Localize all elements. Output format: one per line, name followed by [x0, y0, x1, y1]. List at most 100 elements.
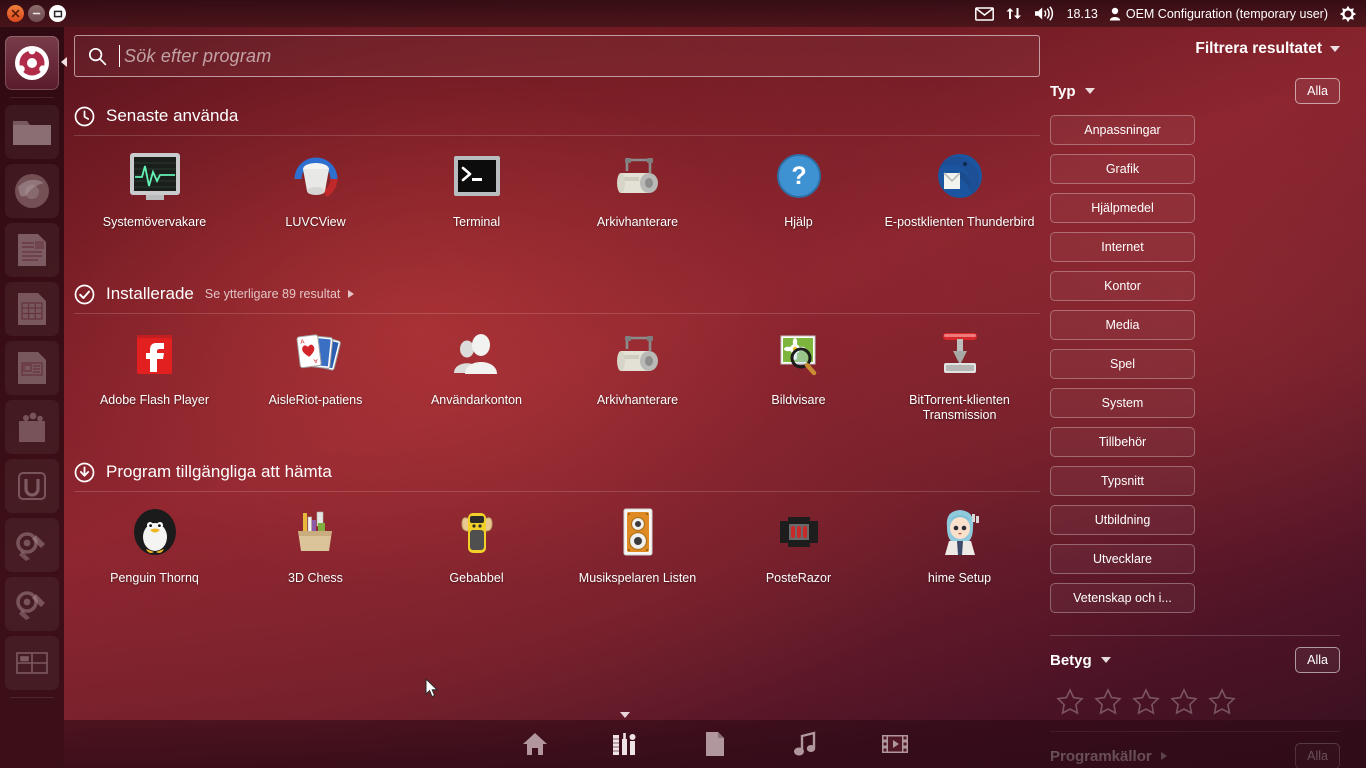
app-tile-luvcview[interactable]: LUVCView	[235, 136, 396, 230]
category-filter-grid: Anpassningar Grafik Hjälpmedel Internet …	[1050, 115, 1340, 613]
app-tile-gebabbel[interactable]: Gebabbel	[396, 492, 557, 586]
lens-applications[interactable]	[610, 712, 640, 759]
close-button[interactable]	[7, 5, 24, 22]
category-hjalpmedel[interactable]: Hjälpmedel	[1050, 193, 1195, 223]
clock-label[interactable]: 18.13	[1067, 7, 1098, 21]
lens-home[interactable]	[520, 729, 550, 759]
window-controls	[0, 5, 66, 22]
category-grafik[interactable]: Grafik	[1050, 154, 1195, 184]
clock-icon	[74, 106, 95, 127]
category-vetenskap[interactable]: Vetenskap och i...	[1050, 583, 1195, 613]
search-icon	[88, 47, 107, 66]
app-tile-arkivhanterare[interactable]: Arkivhanterare	[557, 136, 718, 230]
app-tile-arkivhanterare-2[interactable]: Arkivhanterare	[557, 314, 718, 423]
shopping-bag-icon	[19, 412, 45, 442]
launcher-item-libreoffice-calc[interactable]	[5, 282, 59, 336]
launcher-item-software-center[interactable]	[5, 400, 59, 454]
system-monitor-icon	[126, 148, 184, 206]
launcher-item-system-tools[interactable]	[5, 577, 59, 631]
user-menu[interactable]: OEM Configuration (temporary user)	[1109, 7, 1328, 21]
category-kontor[interactable]: Kontor	[1050, 271, 1195, 301]
posterazor-icon	[770, 504, 828, 562]
archive-manager-icon	[609, 326, 667, 384]
user-name-label: OEM Configuration (temporary user)	[1125, 6, 1328, 21]
category-utvecklare[interactable]: Utvecklare	[1050, 544, 1195, 574]
category-spel[interactable]: Spel	[1050, 349, 1195, 379]
filter-typ-all-button[interactable]: Alla	[1295, 78, 1340, 104]
filter-results-label: Filtrera resultatet	[1195, 40, 1322, 57]
filter-results-header[interactable]: Filtrera resultatet	[1050, 27, 1340, 71]
home-icon	[523, 733, 547, 755]
mail-icon[interactable]	[974, 6, 994, 21]
category-utbildning[interactable]: Utbildning	[1050, 505, 1195, 535]
launcher-item-libreoffice-writer[interactable]	[5, 223, 59, 277]
see-more-results-link[interactable]: Se ytterligare 89 resultat	[205, 287, 355, 301]
section-title: Senaste använda	[106, 106, 239, 125]
search-input[interactable]: Sök efter program	[74, 35, 1040, 77]
category-internet[interactable]: Internet	[1050, 232, 1195, 262]
active-lens-indicator-icon	[620, 712, 630, 718]
active-indicator-icon	[61, 57, 67, 67]
star-icon	[1094, 688, 1122, 715]
minimize-button[interactable]	[28, 5, 45, 22]
help-icon: ?	[770, 148, 828, 206]
top-panel: 18.13 OEM Configuration (temporary user)	[0, 0, 1366, 27]
launcher-item-ubuntu-one[interactable]	[5, 459, 59, 513]
app-tile-terminal[interactable]: Terminal	[396, 136, 557, 230]
volume-icon[interactable]	[1034, 6, 1056, 21]
app-tile-thunderbird[interactable]: E-postklienten Thunderbird	[879, 136, 1040, 230]
lens-files[interactable]	[700, 729, 730, 759]
filter-group-typ: Typ Alla	[1050, 71, 1340, 111]
user-icon	[1109, 7, 1121, 20]
category-tillbehor[interactable]: Tillbehör	[1050, 427, 1195, 457]
app-tile-penguin-thornq[interactable]: Penguin Thornq	[74, 492, 235, 586]
app-grid-installed: Adobe Flash Player A A AisleRiot-patiens…	[74, 314, 1040, 423]
gps-device-icon	[448, 504, 506, 562]
chevron-down-icon	[1084, 88, 1095, 94]
gear-icon[interactable]	[1339, 5, 1357, 23]
launcher-item-files[interactable]	[5, 105, 59, 159]
lens-music[interactable]	[790, 729, 820, 759]
presentation-icon	[18, 352, 46, 384]
app-tile-posterazor[interactable]: PosteRazor	[718, 492, 879, 586]
lens-video[interactable]	[880, 729, 910, 759]
launcher-item-workspace-switcher[interactable]	[5, 636, 59, 690]
filter-group-label[interactable]: Typ	[1050, 83, 1095, 100]
launcher-item-system-settings[interactable]	[5, 518, 59, 572]
chevron-right-icon	[348, 290, 355, 298]
app-tile-listen[interactable]: Musikspelaren Listen	[557, 492, 718, 586]
app-tile-hime-setup[interactable]: hime Setup	[879, 492, 1040, 586]
playing-cards-icon: A A	[287, 326, 345, 384]
app-tile-systemovervakare[interactable]: Systemövervakare	[74, 136, 235, 230]
launcher-item-firefox[interactable]	[5, 164, 59, 218]
category-system[interactable]: System	[1050, 388, 1195, 418]
see-more-label: Se ytterligare 89 resultat	[204, 287, 341, 301]
app-tile-anvandarkonton[interactable]: Användarkonton	[396, 314, 557, 423]
spreadsheet-icon	[18, 293, 46, 325]
app-tile-aisleriot[interactable]: A A AisleRiot-patiens	[235, 314, 396, 423]
image-viewer-icon	[770, 326, 828, 384]
category-media[interactable]: Media	[1050, 310, 1195, 340]
app-tile-transmission[interactable]: BitTorrent-klienten Transmission	[879, 314, 1040, 423]
text-caret	[119, 45, 120, 67]
network-icon[interactable]	[1005, 6, 1023, 21]
app-label: BitTorrent-klienten Transmission	[909, 393, 1010, 422]
document-icon	[18, 234, 46, 266]
app-tile-bildvisare[interactable]: Bildvisare	[718, 314, 879, 423]
filter-typ-label: Typ	[1050, 82, 1076, 100]
filter-betyg-all-button[interactable]: Alla	[1295, 647, 1340, 673]
category-anpassningar[interactable]: Anpassningar	[1050, 115, 1195, 145]
u-letter-icon	[18, 472, 46, 500]
launcher-item-dash-home[interactable]	[5, 36, 67, 90]
app-tile-hjalp[interactable]: ? Hjälp	[718, 136, 879, 230]
category-typsnitt[interactable]: Typsnitt	[1050, 466, 1195, 496]
launcher-item-libreoffice-impress[interactable]	[5, 341, 59, 395]
rating-stars[interactable]	[1050, 680, 1340, 719]
svg-text:A: A	[300, 339, 305, 345]
app-label: AisleRiot-patiens	[268, 393, 363, 407]
app-tile-adobe-flash-player[interactable]: Adobe Flash Player	[74, 314, 235, 423]
workspace-grid-icon	[16, 652, 48, 674]
maximize-button[interactable]	[49, 5, 66, 22]
filter-group-label[interactable]: Betyg	[1050, 652, 1111, 669]
app-tile-3d-chess[interactable]: 3D Chess	[235, 492, 396, 586]
